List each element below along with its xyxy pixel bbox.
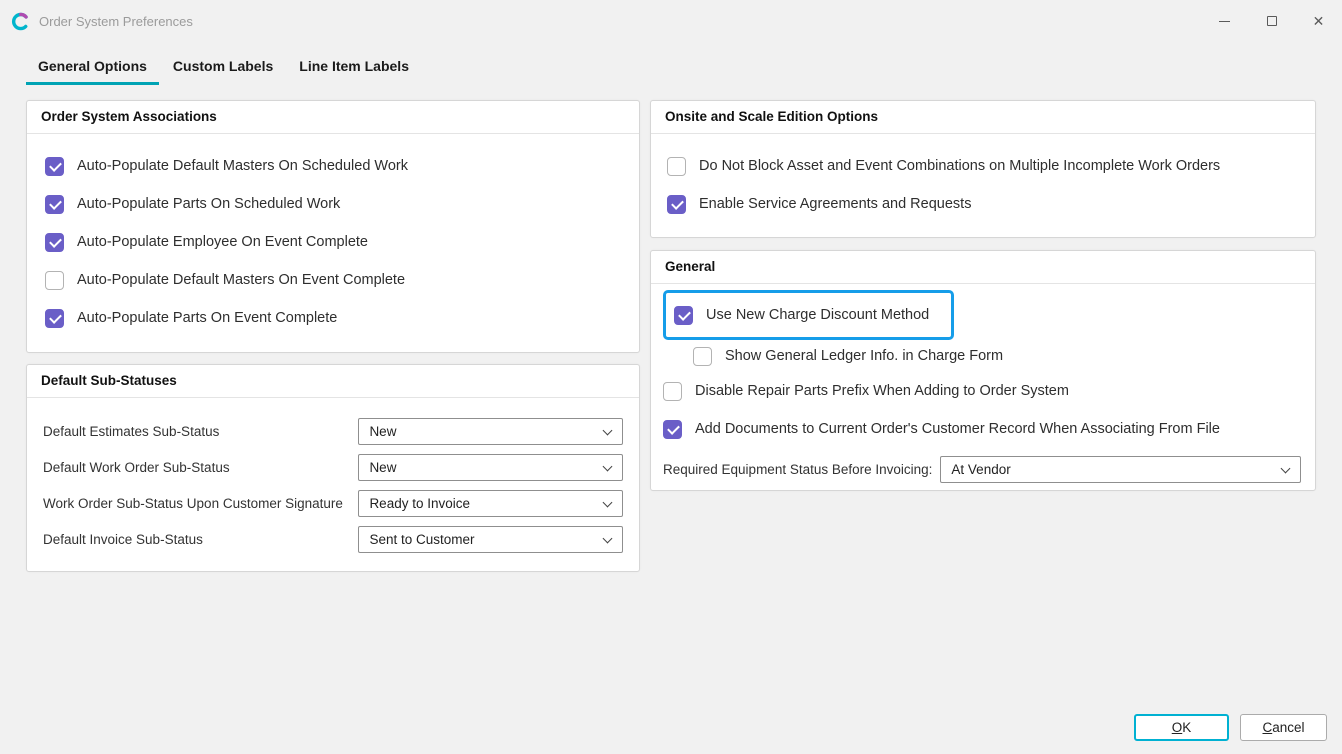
window-controls: ✕ <box>1201 0 1342 42</box>
checkbox-show-general-ledger-info[interactable]: Show General Ledger Info. in Charge Form <box>693 340 1301 372</box>
cancel-button[interactable]: Cancel <box>1240 714 1327 741</box>
checkbox-do-not-block-asset-event-combinations[interactable]: Do Not Block Asset and Event Combination… <box>667 147 1299 185</box>
checkbox-label: Auto-Populate Parts On Event Complete <box>77 310 337 326</box>
order-system-preferences-dialog: Order System Preferences ✕ General Optio… <box>0 0 1342 754</box>
tab-custom-labels[interactable]: Custom Labels <box>161 58 285 85</box>
checkbox-label: Auto-Populate Parts On Scheduled Work <box>77 196 340 212</box>
equipment-status-select[interactable]: At Vendor <box>940 456 1301 483</box>
checkbox-auto-populate-employee-event-complete[interactable]: Auto-Populate Employee On Event Complete <box>45 223 623 261</box>
substatus-row: Default Estimates Sub-Status New <box>43 418 623 445</box>
checkbox-auto-populate-default-masters-event-complete[interactable]: Auto-Populate Default Masters On Event C… <box>45 261 623 299</box>
highlight-annotation: Use New Charge Discount Method <box>663 290 954 340</box>
chevron-down-icon <box>603 497 613 507</box>
select-value: Ready to Invoice <box>369 496 470 511</box>
signature-substatus-select[interactable]: Ready to Invoice <box>358 490 623 517</box>
checkbox-label: Show General Ledger Info. in Charge Form <box>725 348 1003 364</box>
group-title: Order System Associations <box>27 101 639 134</box>
titlebar: Order System Preferences ✕ <box>0 0 1342 42</box>
tab-general-options[interactable]: General Options <box>26 58 159 85</box>
window-title: Order System Preferences <box>39 14 193 29</box>
field-label: Default Estimates Sub-Status <box>43 424 358 439</box>
checkbox-label: Disable Repair Parts Prefix When Adding … <box>695 383 1069 399</box>
app-logo-icon <box>10 11 30 31</box>
close-icon: ✕ <box>1313 14 1325 28</box>
checkbox-add-documents-customer-record[interactable]: Add Documents to Current Order's Custome… <box>663 410 1301 448</box>
checkbox-icon <box>674 306 693 325</box>
checkbox-label: Auto-Populate Default Masters On Event C… <box>77 272 405 288</box>
default-estimates-substatus-select[interactable]: New <box>358 418 623 445</box>
checkbox-label: Auto-Populate Default Masters On Schedul… <box>77 158 408 174</box>
chevron-down-icon <box>603 533 613 543</box>
substatus-row: Default Work Order Sub-Status New <box>43 454 623 481</box>
select-value: New <box>369 424 396 439</box>
field-label: Work Order Sub-Status Upon Customer Sign… <box>43 496 358 511</box>
checkbox-auto-populate-parts-scheduled-work[interactable]: Auto-Populate Parts On Scheduled Work <box>45 185 623 223</box>
field-label: Default Invoice Sub-Status <box>43 532 358 547</box>
close-button[interactable]: ✕ <box>1295 0 1342 42</box>
checkbox-label: Enable Service Agreements and Requests <box>699 196 971 212</box>
checkbox-icon <box>693 347 712 366</box>
checkbox-disable-repair-parts-prefix[interactable]: Disable Repair Parts Prefix When Adding … <box>663 372 1301 410</box>
checkbox-icon <box>667 195 686 214</box>
group-onsite-scale-options: Onsite and Scale Edition Options Do Not … <box>650 100 1316 238</box>
equipment-status-row: Required Equipment Status Before Invoici… <box>663 456 1301 483</box>
select-value: Sent to Customer <box>369 532 474 547</box>
chevron-down-icon <box>603 425 613 435</box>
chevron-down-icon <box>1281 463 1291 473</box>
group-order-system-associations: Order System Associations Auto-Populate … <box>26 100 640 353</box>
select-value: New <box>369 460 396 475</box>
checkbox-label: Do Not Block Asset and Event Combination… <box>699 158 1220 174</box>
checkbox-label: Auto-Populate Employee On Event Complete <box>77 234 368 250</box>
checkbox-icon <box>663 420 682 439</box>
substatus-row: Work Order Sub-Status Upon Customer Sign… <box>43 490 623 517</box>
group-title: Onsite and Scale Edition Options <box>651 101 1315 134</box>
checkbox-label: Use New Charge Discount Method <box>706 307 929 323</box>
minimize-button[interactable] <box>1201 0 1248 42</box>
checkbox-icon <box>45 309 64 328</box>
tab-bar: General Options Custom Labels Line Item … <box>26 58 421 85</box>
select-value: At Vendor <box>951 462 1010 477</box>
field-label: Required Equipment Status Before Invoici… <box>663 462 932 477</box>
default-work-order-substatus-select[interactable]: New <box>358 454 623 481</box>
minimize-icon <box>1219 21 1230 22</box>
checkbox-icon <box>667 157 686 176</box>
group-title: Default Sub-Statuses <box>27 365 639 398</box>
group-title: General <box>651 251 1315 284</box>
field-label: Default Work Order Sub-Status <box>43 460 358 475</box>
maximize-icon <box>1267 16 1277 26</box>
checkbox-icon <box>45 271 64 290</box>
ok-button[interactable]: OK <box>1134 714 1229 741</box>
checkbox-auto-populate-parts-event-complete[interactable]: Auto-Populate Parts On Event Complete <box>45 299 623 337</box>
maximize-button[interactable] <box>1248 0 1295 42</box>
cancel-button-label: Cancel <box>1262 720 1304 735</box>
checkbox-auto-populate-default-masters-scheduled-work[interactable]: Auto-Populate Default Masters On Schedul… <box>45 147 623 185</box>
checkbox-label: Add Documents to Current Order's Custome… <box>695 421 1220 437</box>
checkbox-enable-service-agreements[interactable]: Enable Service Agreements and Requests <box>667 185 1299 223</box>
chevron-down-icon <box>603 461 613 471</box>
checkbox-icon <box>45 195 64 214</box>
checkbox-use-new-charge-discount-method[interactable]: Use New Charge Discount Method <box>674 301 929 329</box>
checkbox-icon <box>45 233 64 252</box>
checkbox-icon <box>663 382 682 401</box>
group-general: General Use New Charge Discount Method S… <box>650 250 1316 491</box>
default-invoice-substatus-select[interactable]: Sent to Customer <box>358 526 623 553</box>
tab-line-item-labels[interactable]: Line Item Labels <box>287 58 421 85</box>
group-default-sub-statuses: Default Sub-Statuses Default Estimates S… <box>26 364 640 572</box>
ok-button-label: OK <box>1172 720 1192 735</box>
substatus-row: Default Invoice Sub-Status Sent to Custo… <box>43 526 623 553</box>
checkbox-icon <box>45 157 64 176</box>
